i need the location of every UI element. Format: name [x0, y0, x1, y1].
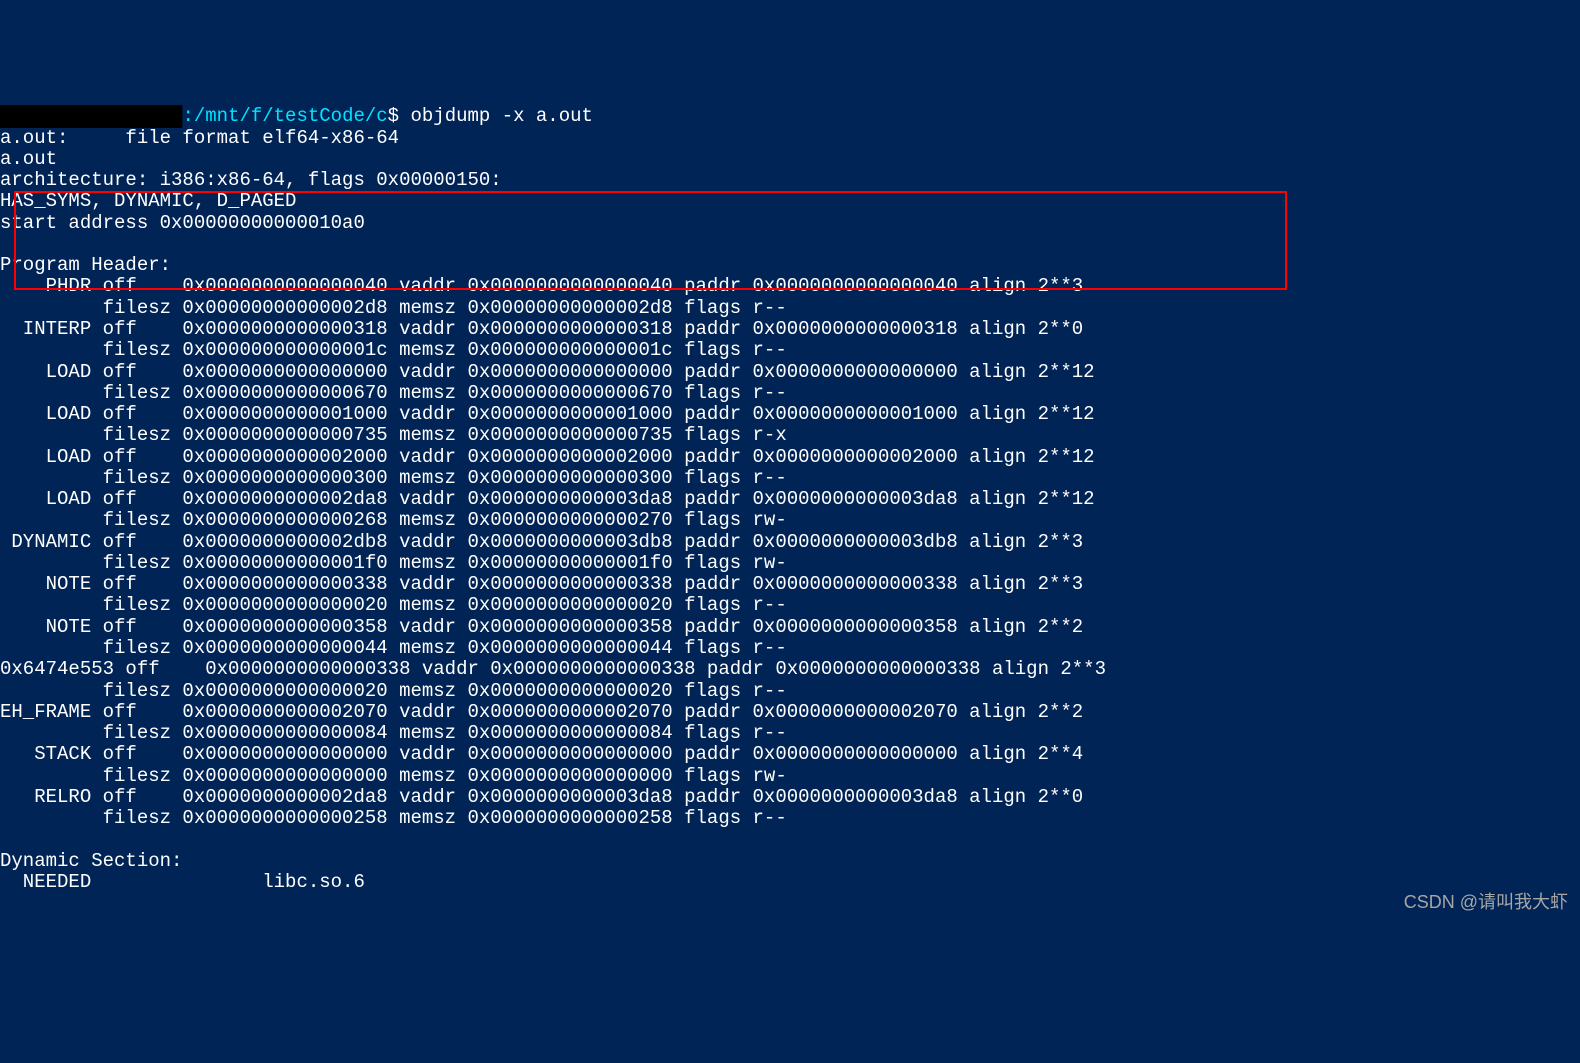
ph-row: filesz 0x0000000000000258 memsz 0x000000…	[0, 807, 787, 829]
ph-row: LOAD off 0x0000000000001000 vaddr 0x0000…	[0, 403, 1095, 425]
ph-row: NOTE off 0x0000000000000358 vaddr 0x0000…	[0, 616, 1083, 638]
ph-row: filesz 0x0000000000000044 memsz 0x000000…	[0, 637, 787, 659]
ph-row: LOAD off 0x0000000000000000 vaddr 0x0000…	[0, 361, 1095, 383]
ph-row: filesz 0x00000000000002d8 memsz 0x000000…	[0, 297, 787, 319]
ph-row: filesz 0x0000000000000084 memsz 0x000000…	[0, 722, 787, 744]
ph-row: 0x6474e553 off 0x0000000000000338 vaddr …	[0, 658, 1106, 680]
command-text[interactable]: objdump -x a.out	[410, 105, 592, 127]
ph-row: filesz 0x000000000000001c memsz 0x000000…	[0, 339, 787, 361]
output-line: HAS_SYMS, DYNAMIC, D_PAGED	[0, 190, 296, 212]
prompt-user-host: ████████████████	[0, 105, 182, 127]
output-line: a.out	[0, 148, 57, 170]
ph-row: DYNAMIC off 0x0000000000002db8 vaddr 0x0…	[0, 531, 1083, 553]
ph-row: RELRO off 0x0000000000002da8 vaddr 0x000…	[0, 786, 1083, 808]
ph-row: filesz 0x0000000000000300 memsz 0x000000…	[0, 467, 787, 489]
ph-row: LOAD off 0x0000000000002000 vaddr 0x0000…	[0, 446, 1095, 468]
ph-row: EH_FRAME off 0x0000000000002070 vaddr 0x…	[0, 701, 1083, 723]
ph-row: filesz 0x0000000000000020 memsz 0x000000…	[0, 680, 787, 702]
ph-row: filesz 0x0000000000000268 memsz 0x000000…	[0, 509, 787, 531]
watermark: CSDN @请叫我大虾	[1404, 892, 1568, 912]
ph-row: INTERP off 0x0000000000000318 vaddr 0x00…	[0, 318, 1083, 340]
prompt-dollar: $	[388, 105, 399, 127]
ph-row: filesz 0x0000000000000735 memsz 0x000000…	[0, 424, 787, 446]
ph-row: LOAD off 0x0000000000002da8 vaddr 0x0000…	[0, 488, 1095, 510]
section-title: Program Header:	[0, 254, 171, 276]
section-title: Dynamic Section:	[0, 850, 182, 872]
ph-row: filesz 0x0000000000000000 memsz 0x000000…	[0, 765, 787, 787]
ph-row: filesz 0x0000000000000670 memsz 0x000000…	[0, 382, 787, 404]
prompt-path: :/mnt/f/testCode/c	[182, 105, 387, 127]
ph-row: STACK off 0x0000000000000000 vaddr 0x000…	[0, 743, 1083, 765]
dyn-row: NEEDED libc.so.6	[0, 871, 365, 893]
output-line: a.out: file format elf64-x86-64	[0, 127, 399, 149]
ph-row: filesz 0x00000000000001f0 memsz 0x000000…	[0, 552, 787, 574]
ph-row: NOTE off 0x0000000000000338 vaddr 0x0000…	[0, 573, 1083, 595]
terminal-output: ████████████████:/mnt/f/testCode/c$ objd…	[0, 85, 1580, 893]
output-line: start address 0x00000000000010a0	[0, 212, 365, 234]
ph-row: PHDR off 0x0000000000000040 vaddr 0x0000…	[0, 275, 1083, 297]
output-line: architecture: i386:x86-64, flags 0x00000…	[0, 169, 502, 191]
ph-row: filesz 0x0000000000000020 memsz 0x000000…	[0, 594, 787, 616]
